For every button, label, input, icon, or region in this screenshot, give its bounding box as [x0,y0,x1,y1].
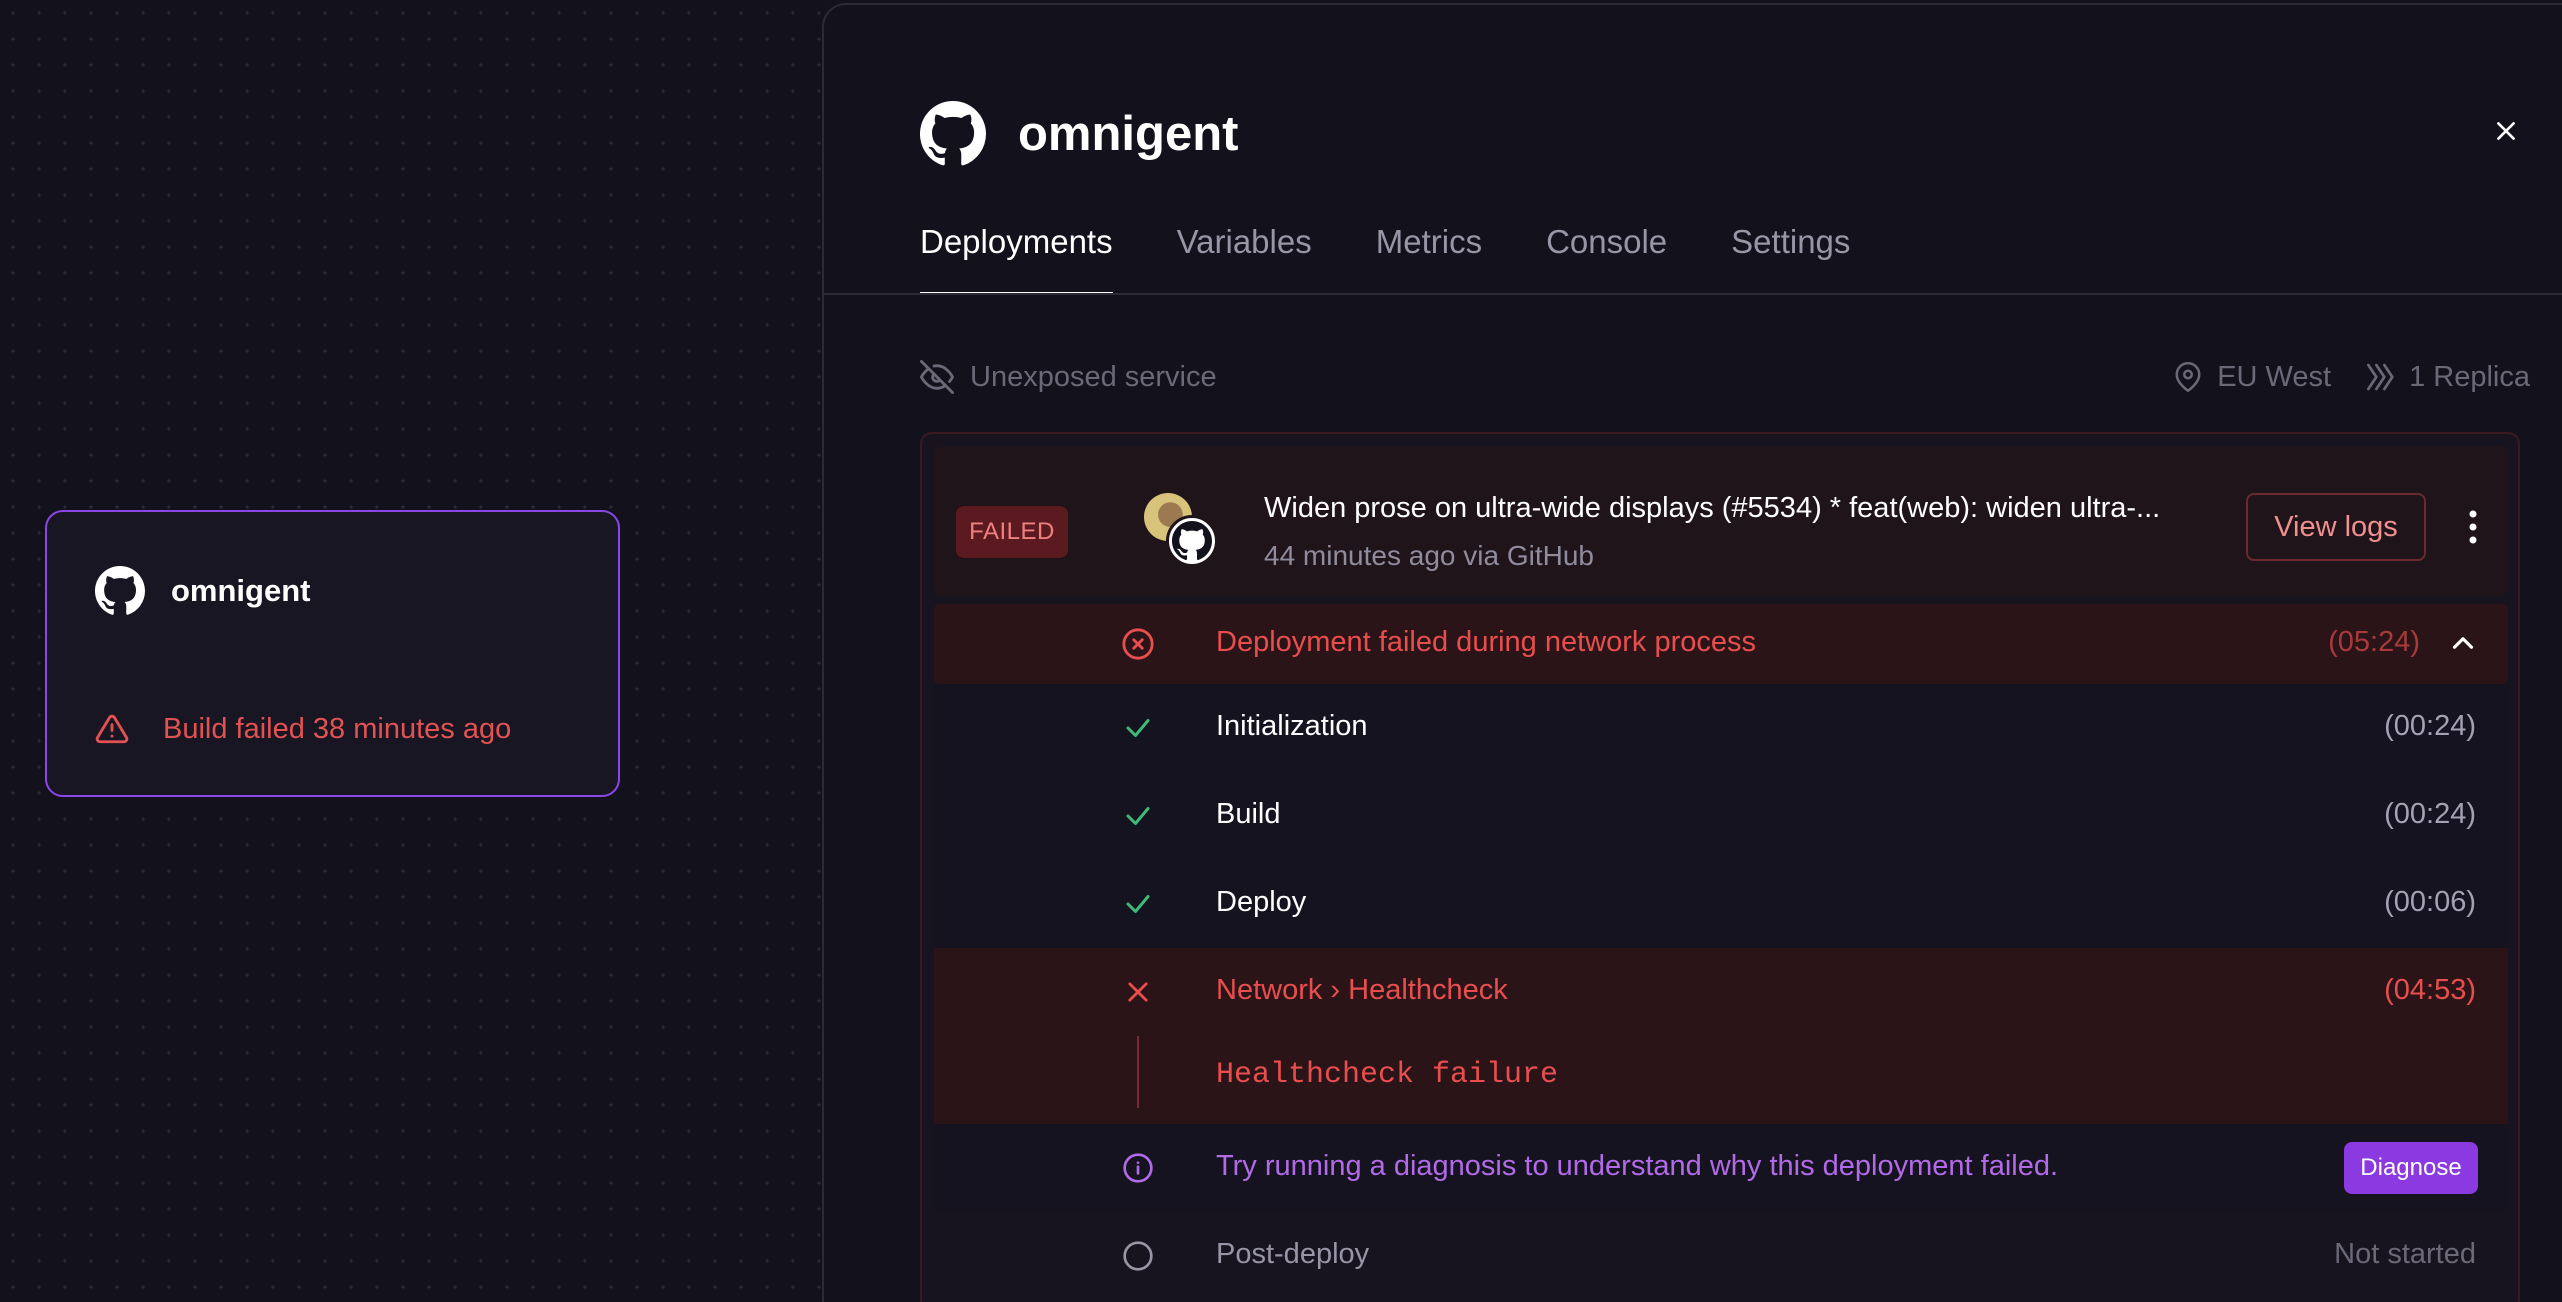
view-logs-button[interactable]: View logs [2246,493,2426,561]
diagnosis-hint-text: Try running a diagnosis to understand wh… [1216,1150,2059,1182]
failure-summary-text: Deployment failed during network process [1216,626,1756,658]
tab-metrics[interactable]: Metrics [1376,223,1482,295]
region-label: EU West [2217,360,2332,393]
status-badge: FAILED [956,506,1068,558]
step-row: Deploy (00:06) [934,860,2508,948]
failed-step-label: Network › Healthcheck [1216,974,1508,1006]
panel-tabs: Deployments Variables Metrics Console Se… [920,223,1914,295]
map-pin-icon [2175,362,2201,392]
eye-off-icon [920,360,954,394]
exposure-label: Unexposed service [970,360,1217,393]
tab-variables[interactable]: Variables [1177,223,1312,295]
exposure-status[interactable]: Unexposed service [920,360,1217,394]
step-label: Initialization [1216,710,1368,742]
replicas-icon [2367,363,2394,391]
diagnosis-hint-row: Try running a diagnosis to understand wh… [934,1124,2508,1212]
tab-deployments[interactable]: Deployments [920,223,1113,295]
panel-title: omnigent [1018,107,1239,161]
failure-summary-time: (05:24) [2328,626,2420,658]
step-time: (00:06) [2384,886,2476,918]
check-icon [1121,887,1155,921]
chevron-up-icon[interactable] [2446,626,2480,660]
error-connector [1137,1036,1139,1108]
region-indicator[interactable]: EU West [2173,360,2331,394]
github-icon [95,566,145,615]
x-icon [1121,975,1155,1009]
tabs-divider [824,293,2562,295]
step-label: Deploy [1216,886,1307,918]
check-icon [1121,711,1155,745]
service-meta-right: EU West 1 Replica [2141,360,2530,394]
step-row: Initialization (00:24) [934,684,2508,772]
deployment-steps: Deployment failed during network process… [934,604,2508,1300]
post-deploy-status: Not started [2334,1238,2476,1270]
circle-icon [1121,1239,1155,1273]
step-row: Build (00:24) [934,772,2508,860]
replicas-label: 1 Replica [2409,360,2530,393]
deployment-header[interactable]: FAILED Widen prose on ultra-wide display… [934,446,2508,596]
close-icon [2497,122,2515,140]
error-message: Healthcheck failure [1216,1058,1559,1092]
failure-summary-row[interactable]: Deployment failed during network process… [934,604,2508,684]
warning-triangle-icon [95,714,129,744]
step-time: (00:24) [2384,798,2476,830]
service-card[interactable]: omnigent Build failed 38 minutes ago [45,510,620,797]
service-card-status-text: Build failed 38 minutes ago [163,712,512,745]
x-circle-icon [1121,627,1155,661]
step-row: Post-deploy Not started [934,1212,2508,1300]
panel-header: omnigent [920,101,1238,167]
more-options-icon[interactable] [2467,509,2479,545]
replica-indicator[interactable]: 1 Replica [2363,361,2530,394]
github-icon [920,101,986,166]
failed-step-row: Network › Healthcheck (04:53) Healthchec… [934,948,2508,1124]
info-icon [1121,1151,1155,1185]
service-meta: Unexposed service EU West 1 Replica [920,360,2530,402]
service-card-title: omnigent [171,573,311,608]
step-label: Build [1216,798,1281,830]
tab-console[interactable]: Console [1546,223,1667,295]
commit-meta: 44 minutes ago via GitHub [1264,540,1594,571]
close-button[interactable] [2488,113,2524,149]
github-icon [1172,521,1212,561]
service-card-header: omnigent [95,566,311,616]
failed-step-time: (04:53) [2384,974,2476,1006]
diagnose-button[interactable]: Diagnose [2344,1142,2478,1194]
commit-avatars [1144,493,1220,569]
github-avatar [1166,515,1218,567]
post-deploy-label: Post-deploy [1216,1238,1370,1270]
check-icon [1121,799,1155,833]
service-panel: omnigent Deployments Variables Metrics C… [822,3,2562,1302]
service-card-status: Build failed 38 minutes ago [95,712,511,746]
deployment-card: FAILED Widen prose on ultra-wide display… [920,432,2520,1302]
tab-settings[interactable]: Settings [1731,223,1850,295]
step-time: (00:24) [2384,710,2476,742]
commit-title: Widen prose on ultra-wide displays (#553… [1264,492,2161,524]
